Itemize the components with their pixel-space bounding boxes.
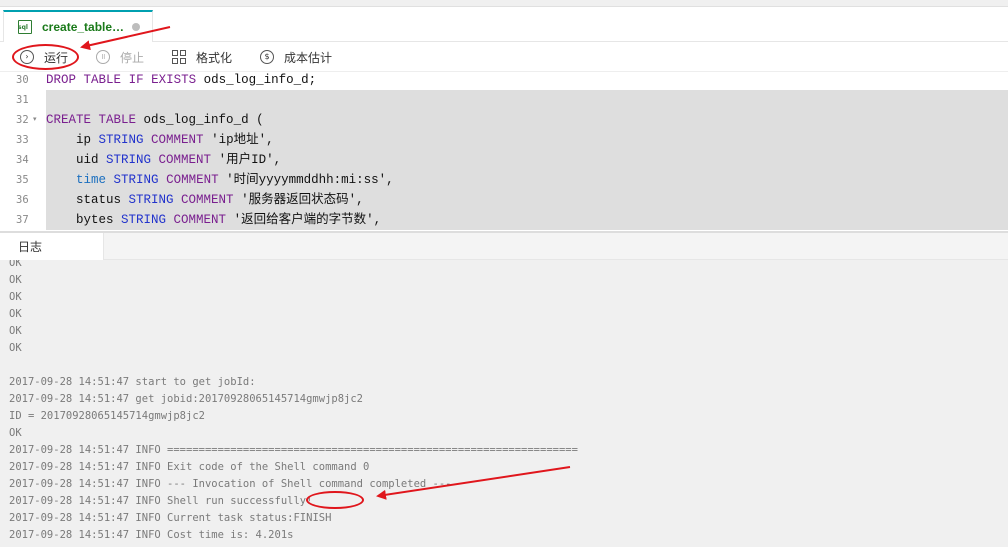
log-tab-bar: 日志 (0, 232, 1008, 261)
code-text: status STRING COMMENT '服务器返回状态码', (46, 190, 1008, 210)
log-line: 2017-09-28 14:51:47 INFO Current task st… (9, 510, 331, 527)
editor-tab-bar: create_table… (0, 0, 1008, 42)
cost-estimate-label: 成本估计 (284, 50, 333, 65)
log-line: 2017-09-28 14:51:47 INFO Exit code of th… (9, 461, 370, 473)
line-number: 31 (16, 94, 29, 106)
line-number: 36 (16, 194, 29, 206)
line-number: 35 (16, 174, 29, 186)
line-number: 34 (16, 154, 29, 166)
log-line: 2017-09-28 14:51:47 INFO Cost time is: 4… (9, 529, 294, 541)
stop-label: 停止 (120, 50, 145, 65)
code-line: 35 time STRING COMMENT '时间yyyymmddhh:mi:… (0, 170, 1008, 190)
log-line: OK (9, 342, 22, 354)
annotation-circle-run (12, 44, 79, 70)
grid-icon (172, 50, 186, 64)
task-status-value: FINISH (293, 512, 332, 524)
log-line-text: 2017-09-28 14:51:47 INFO Current task st… (9, 512, 294, 524)
code-line: 34 uid STRING COMMENT '用户ID', (0, 150, 1008, 170)
log-line: 2017-09-28 14:51:47 INFO --- Invocation … (9, 478, 452, 490)
code-line: 33 ip STRING COMMENT 'ip地址', (0, 130, 1008, 150)
log-line: OK (9, 274, 22, 286)
dollar-icon: $ (260, 50, 274, 64)
log-line: 2017-09-28 14:51:47 INFO Shell run succe… (9, 495, 313, 507)
fold-toggle-icon[interactable]: ▾ (33, 110, 37, 128)
code-text: bytes STRING COMMENT '返回给客户端的字节数', (46, 210, 1008, 230)
cost-estimate-button[interactable]: $ 成本估计 (260, 42, 332, 72)
log-line: OK (9, 260, 22, 269)
format-button[interactable]: 格式化 (172, 42, 232, 72)
log-line: 2017-09-28 14:51:47 start to get jobId: (9, 376, 256, 388)
code-line: 30 DROP TABLE IF EXISTS ods_log_info_d; (0, 72, 1008, 90)
log-line: 2017-09-28 14:51:47 INFO ===============… (9, 444, 578, 456)
code-editor[interactable]: 30 DROP TABLE IF EXISTS ods_log_info_d; … (0, 72, 1008, 232)
stop-button[interactable]: ॥ 停止 (96, 42, 144, 72)
code-line: 32 ▾ CREATE TABLE ods_log_info_d ( (0, 110, 1008, 130)
code-text: time STRING COMMENT '时间yyyymmddhh:mi:ss'… (46, 170, 1008, 190)
unsaved-dot-icon[interactable] (132, 23, 141, 31)
log-line: OK (9, 291, 22, 303)
code-line: 36 status STRING COMMENT '服务器返回状态码', (0, 190, 1008, 210)
file-tab-label: create_table… (42, 20, 125, 34)
file-tab[interactable]: create_table… (3, 10, 153, 42)
toolbar: › 运行 ॥ 停止 格式化 $ 成本估计 (0, 42, 1008, 72)
code-text: uid STRING COMMENT '用户ID', (46, 150, 1008, 170)
log-line: ID = 20170928065145714gmwjp8jc2 (9, 410, 205, 422)
line-number: 33 (16, 134, 29, 146)
code-line: 37 bytes STRING COMMENT '返回给客户端的字节数', (0, 210, 1008, 230)
code-line: 31 (0, 90, 1008, 110)
sql-file-icon (18, 20, 32, 34)
annotation-circle-status (306, 491, 364, 509)
line-number: 30 (16, 74, 29, 86)
code-text: DROP TABLE IF EXISTS ods_log_info_d; (46, 73, 317, 87)
line-number: 37 (16, 214, 29, 226)
log-line: 2017-09-28 14:51:47 get jobid:2017092806… (9, 393, 364, 405)
log-line: OK (9, 427, 22, 439)
format-label: 格式化 (196, 50, 233, 65)
tab-log[interactable]: 日志 (0, 233, 104, 261)
code-text: CREATE TABLE ods_log_info_d ( (46, 110, 1008, 130)
log-line: OK (9, 325, 22, 337)
code-text: ip STRING COMMENT 'ip地址', (46, 130, 1008, 150)
log-line: OK (9, 308, 22, 320)
log-output[interactable]: OK OK OK OK OK OK 2017-09-28 14:51:47 start to… (0, 260, 1008, 547)
code-text (46, 90, 1008, 110)
pause-icon: ॥ (96, 50, 110, 64)
